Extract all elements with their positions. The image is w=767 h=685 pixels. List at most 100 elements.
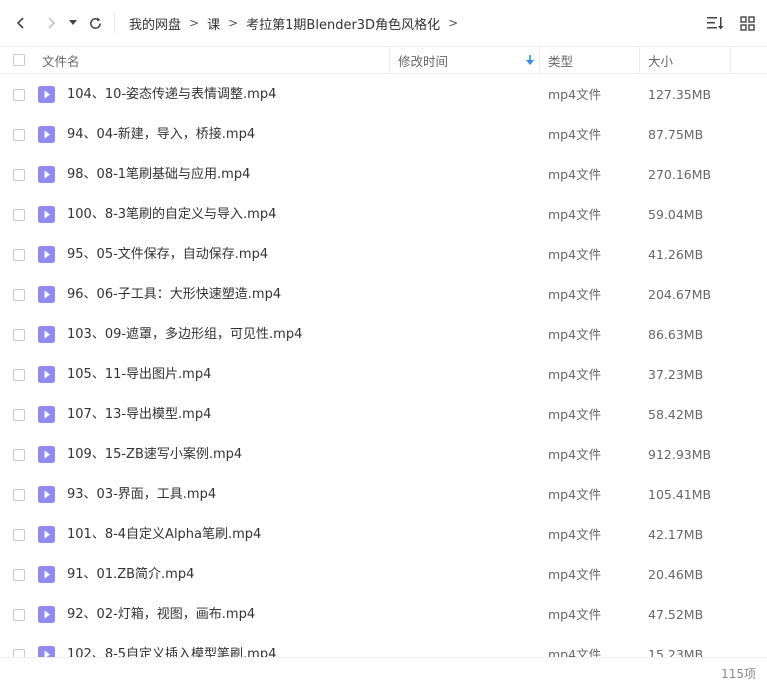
table-row[interactable]: 94、04-新建，导入，桥接.mp4 mp4文件 87.75MB bbox=[0, 115, 767, 155]
file-name[interactable]: 96、06-子工具：大形快速塑造.mp4 bbox=[67, 275, 281, 315]
column-divider[interactable] bbox=[539, 47, 540, 73]
file-name[interactable]: 102、8-5自定义插入模型笔刷.mp4 bbox=[67, 635, 276, 657]
select-all-checkbox[interactable] bbox=[13, 54, 25, 66]
table-row[interactable]: 93、03-界面，工具.mp4 mp4文件 105.41MB bbox=[0, 475, 767, 515]
file-size: 87.75MB bbox=[648, 127, 704, 142]
table-row[interactable]: 105、11-导出图片.mp4 mp4文件 37.23MB bbox=[0, 355, 767, 395]
file-name[interactable]: 92、02-灯箱，视图，画布.mp4 bbox=[67, 595, 255, 635]
breadcrumb-separator: > bbox=[189, 16, 200, 30]
file-name[interactable]: 95、05-文件保存，自动保存.mp4 bbox=[67, 235, 268, 275]
item-count: 115项 bbox=[721, 667, 756, 681]
file-size: 59.04MB bbox=[648, 207, 704, 222]
file-name[interactable]: 104、10-姿态传递与表情调整.mp4 bbox=[67, 75, 276, 115]
video-file-icon bbox=[38, 406, 55, 423]
row-checkbox[interactable] bbox=[13, 329, 25, 341]
breadcrumb-separator: > bbox=[448, 16, 459, 30]
file-name[interactable]: 100、8-3笔刷的自定义与导入.mp4 bbox=[67, 195, 276, 235]
table-row[interactable]: 100、8-3笔刷的自定义与导入.mp4 mp4文件 59.04MB bbox=[0, 195, 767, 235]
row-checkbox[interactable] bbox=[13, 529, 25, 541]
sort-list-icon bbox=[707, 17, 724, 30]
file-name[interactable]: 105、11-导出图片.mp4 bbox=[67, 355, 211, 395]
file-name[interactable]: 93、03-界面，工具.mp4 bbox=[67, 475, 216, 515]
file-type: mp4文件 bbox=[548, 527, 602, 542]
table-row[interactable]: 101、8-4自定义Alpha笔刷.mp4 mp4文件 42.17MB bbox=[0, 515, 767, 555]
table-row[interactable]: 98、08-1笔刷基础与应用.mp4 mp4文件 270.16MB bbox=[0, 155, 767, 195]
breadcrumb-item-course[interactable]: 课 bbox=[207, 14, 220, 33]
row-checkbox[interactable] bbox=[13, 569, 25, 581]
column-divider[interactable] bbox=[730, 47, 731, 73]
row-checkbox[interactable] bbox=[13, 129, 25, 141]
file-name[interactable]: 94、04-新建，导入，桥接.mp4 bbox=[67, 115, 255, 155]
breadcrumb-item-my-drive[interactable]: 我的网盘 bbox=[129, 14, 181, 33]
file-type: mp4文件 bbox=[548, 607, 602, 622]
file-type: mp4文件 bbox=[548, 167, 602, 182]
video-file-icon bbox=[38, 206, 55, 223]
file-size: 20.46MB bbox=[648, 567, 704, 582]
column-divider[interactable] bbox=[639, 47, 640, 73]
row-checkbox[interactable] bbox=[13, 289, 25, 301]
file-size: 47.52MB bbox=[648, 607, 704, 622]
row-checkbox[interactable] bbox=[13, 449, 25, 461]
file-name[interactable]: 91、01.ZB简介.mp4 bbox=[67, 555, 194, 595]
table-row[interactable]: 92、02-灯箱，视图，画布.mp4 mp4文件 47.52MB bbox=[0, 595, 767, 635]
row-checkbox[interactable] bbox=[13, 649, 25, 657]
file-size: 41.26MB bbox=[648, 247, 704, 262]
file-name[interactable]: 101、8-4自定义Alpha笔刷.mp4 bbox=[67, 515, 261, 555]
breadcrumb-item-current-folder[interactable]: 考拉第1期Blender3D角色风格化 bbox=[246, 14, 440, 33]
row-checkbox[interactable] bbox=[13, 249, 25, 261]
video-file-icon bbox=[38, 486, 55, 503]
file-list: 104、10-姿态传递与表情调整.mp4 mp4文件 127.35MB 94、04-新… bbox=[0, 75, 767, 657]
video-file-icon bbox=[38, 566, 55, 583]
grid-view-icon bbox=[739, 15, 755, 31]
file-size: 58.42MB bbox=[648, 407, 704, 422]
file-name[interactable]: 109、15-ZB速写小案例.mp4 bbox=[67, 435, 242, 475]
column-header-type[interactable]: 类型 bbox=[548, 47, 573, 73]
table-row[interactable]: 91、01.ZB简介.mp4 mp4文件 20.46MB bbox=[0, 555, 767, 595]
row-checkbox[interactable] bbox=[13, 369, 25, 381]
file-name[interactable]: 103、09-遮罩，多边形组，可见性.mp4 bbox=[67, 315, 302, 355]
column-header-size[interactable]: 大小 bbox=[648, 47, 673, 73]
video-file-icon bbox=[38, 166, 55, 183]
file-name[interactable]: 98、08-1笔刷基础与应用.mp4 bbox=[67, 155, 250, 195]
video-file-icon bbox=[38, 646, 55, 657]
row-checkbox[interactable] bbox=[13, 169, 25, 181]
video-file-icon bbox=[38, 526, 55, 543]
file-type: mp4文件 bbox=[548, 87, 602, 102]
toolbar: 我的网盘 > 课 > 考拉第1期Blender3D角色风格化 > bbox=[0, 0, 767, 46]
row-checkbox[interactable] bbox=[13, 89, 25, 101]
column-divider[interactable] bbox=[389, 47, 390, 73]
file-type: mp4文件 bbox=[548, 287, 602, 302]
file-name[interactable]: 107、13-导出模型.mp4 bbox=[67, 395, 211, 435]
file-type: mp4文件 bbox=[548, 407, 602, 422]
video-file-icon bbox=[38, 326, 55, 343]
sort-button[interactable] bbox=[705, 13, 725, 33]
file-type: mp4文件 bbox=[548, 367, 602, 382]
file-type: mp4文件 bbox=[548, 327, 602, 342]
row-checkbox[interactable] bbox=[13, 209, 25, 221]
forward-button[interactable] bbox=[40, 12, 62, 34]
refresh-icon bbox=[89, 16, 101, 29]
back-button[interactable] bbox=[10, 12, 32, 34]
file-type: mp4文件 bbox=[548, 127, 602, 142]
file-type: mp4文件 bbox=[548, 647, 602, 657]
table-row[interactable]: 103、09-遮罩，多边形组，可见性.mp4 mp4文件 86.63MB bbox=[0, 315, 767, 355]
file-size: 204.67MB bbox=[648, 287, 712, 302]
file-size: 912.93MB bbox=[648, 447, 712, 462]
row-checkbox[interactable] bbox=[13, 409, 25, 421]
table-row[interactable]: 109、15-ZB速写小案例.mp4 mp4文件 912.93MB bbox=[0, 435, 767, 475]
history-dropdown-button[interactable] bbox=[66, 12, 80, 34]
column-header-modified[interactable]: 修改时间 bbox=[398, 47, 534, 73]
grid-view-button[interactable] bbox=[737, 13, 757, 33]
breadcrumb: 我的网盘 > 课 > 考拉第1期Blender3D角色风格化 > bbox=[114, 13, 466, 33]
table-row[interactable]: 104、10-姿态传递与表情调整.mp4 mp4文件 127.35MB bbox=[0, 75, 767, 115]
row-checkbox[interactable] bbox=[13, 609, 25, 621]
caret-down-icon bbox=[69, 20, 77, 25]
table-row[interactable]: 107、13-导出模型.mp4 mp4文件 58.42MB bbox=[0, 395, 767, 435]
table-row[interactable]: 95、05-文件保存，自动保存.mp4 mp4文件 41.26MB bbox=[0, 235, 767, 275]
table-row[interactable]: 102、8-5自定义插入模型笔刷.mp4 mp4文件 15.23MB bbox=[0, 635, 767, 657]
column-header-name[interactable]: 文件名 bbox=[42, 47, 80, 73]
refresh-button[interactable] bbox=[84, 12, 106, 34]
table-row[interactable]: 96、06-子工具：大形快速塑造.mp4 mp4文件 204.67MB bbox=[0, 275, 767, 315]
file-type: mp4文件 bbox=[548, 247, 602, 262]
row-checkbox[interactable] bbox=[13, 489, 25, 501]
